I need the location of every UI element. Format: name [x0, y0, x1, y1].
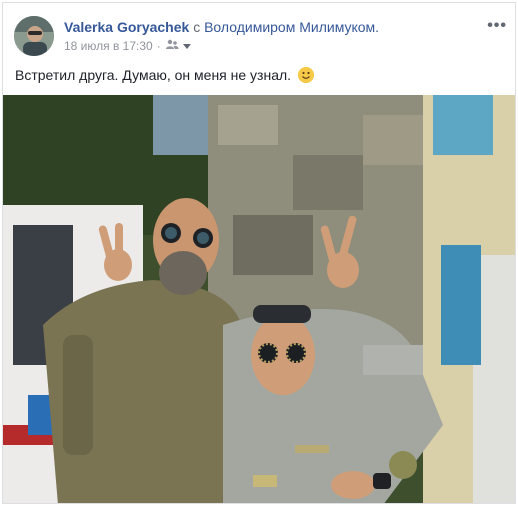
friends-icon-svg — [165, 39, 179, 49]
post-names: Valerka Goryachek с Володимиром Милимуко… — [64, 18, 379, 36]
chevron-svg — [182, 44, 191, 49]
smile-svg — [297, 67, 314, 83]
chevron-down-icon[interactable] — [182, 39, 191, 53]
post-meta: Valerka Goryachek с Володимиром Милимуко… — [64, 18, 379, 53]
post-text: Встретил друга. Думаю, он меня не узнал. — [15, 67, 314, 83]
tagged-friend-link[interactable]: Володимиром Милимуком. — [204, 19, 379, 35]
with-connector: с — [193, 19, 201, 35]
post-card: Valerka Goryachek с Володимиром Милимуко… — [2, 2, 516, 504]
post-timestamp-link[interactable]: 18 июля в 17:30 — [64, 39, 153, 53]
post-body-text: Встретил друга. Думаю, он меня не узнал. — [15, 67, 292, 83]
friends-audience-icon[interactable] — [165, 39, 179, 53]
post-header: Valerka Goryachek с Володимиром Милимуко… — [3, 3, 515, 67]
avatar-image — [14, 16, 54, 56]
post-photo[interactable] — [3, 95, 515, 503]
photo-image — [3, 95, 515, 503]
author-name-link[interactable]: Valerka Goryachek — [64, 19, 189, 35]
smile-emoji-icon — [297, 67, 314, 83]
more-options-icon[interactable]: ••• — [487, 17, 507, 35]
author-avatar[interactable] — [14, 16, 54, 56]
separator-dot: · — [156, 39, 161, 53]
post-subline: 18 июля в 17:30 · — [64, 39, 379, 53]
